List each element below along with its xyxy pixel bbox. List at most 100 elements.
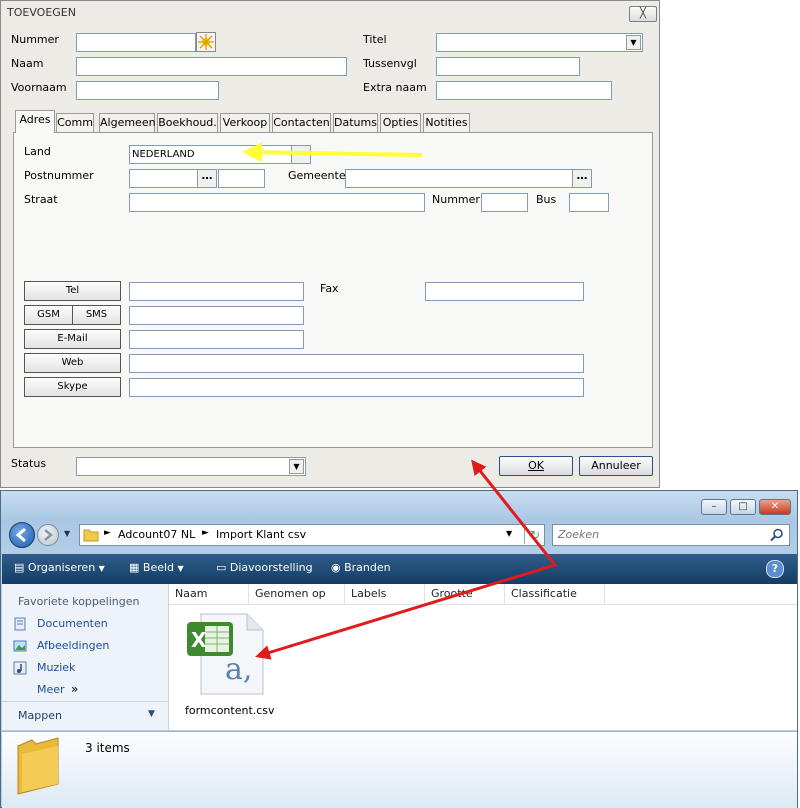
voornaam-label: Voornaam: [11, 81, 67, 94]
tab-adres[interactable]: Adres: [15, 110, 55, 133]
straat-field[interactable]: [129, 193, 425, 212]
arrow-right-icon: [44, 529, 53, 541]
more-label: Meer: [37, 683, 65, 696]
refresh-icon[interactable]: ↻: [524, 526, 545, 544]
column-header-row: Naam Genomen op Labels Grootte Classific…: [169, 584, 797, 605]
minimize-button[interactable]: –: [701, 499, 727, 515]
tab-algemeen[interactable]: Algemeen: [99, 113, 156, 132]
search-box[interactable]: Zoeken: [552, 524, 790, 546]
email-field[interactable]: [129, 330, 304, 349]
tab-verkoop[interactable]: Verkoop: [220, 113, 270, 132]
email-button[interactable]: E-Mail: [24, 329, 121, 349]
naam-field[interactable]: [76, 57, 347, 76]
pictures-label: Afbeeldingen: [37, 639, 110, 652]
web-button[interactable]: Web: [24, 353, 121, 373]
voornaam-field[interactable]: [76, 81, 219, 100]
search-icon[interactable]: [770, 528, 784, 542]
column-labels[interactable]: Labels: [345, 584, 425, 604]
forward-button[interactable]: [37, 524, 59, 546]
address-dropdown-icon[interactable]: ▼: [506, 529, 512, 538]
file-item[interactable]: X a, formcontent.csv: [179, 608, 279, 726]
tab-comm[interactable]: Comm: [56, 113, 94, 132]
sparkle-icon: [198, 34, 214, 50]
extra-naam-field[interactable]: [436, 81, 612, 100]
postnummer-field[interactable]: …: [129, 169, 217, 188]
column-classificatie[interactable]: Classificatie: [505, 584, 605, 604]
documents-label: Documenten: [37, 617, 108, 630]
chevron-down-icon: ▼: [626, 35, 641, 50]
back-button[interactable]: [9, 522, 35, 548]
tel-button[interactable]: Tel: [24, 281, 121, 301]
tab-contacten[interactable]: Contacten: [272, 113, 331, 132]
ok-button[interactable]: OK: [499, 456, 573, 476]
organize-button[interactable]: ▤ Organiseren ▼: [14, 561, 105, 574]
command-bar: ▤ Organiseren ▼ ▦ Beeld ▼ ▭ Diavoorstell…: [2, 554, 797, 584]
view-button[interactable]: ▦ Beeld ▼: [129, 561, 184, 574]
recent-pages-chevron-icon[interactable]: ▼: [64, 529, 70, 538]
gsm-button[interactable]: GSM: [24, 305, 73, 325]
slideshow-button[interactable]: ▭ Diavoorstelling: [216, 561, 313, 574]
column-naam[interactable]: Naam: [169, 584, 249, 604]
organize-icon: ▤: [14, 561, 25, 574]
annuleer-button[interactable]: Annuleer: [579, 456, 653, 476]
file-list: Naam Genomen op Labels Grootte Classific…: [169, 584, 797, 730]
land-value: NEDERLAND: [132, 149, 195, 160]
titel-select[interactable]: ▼: [436, 33, 643, 52]
tab-notities[interactable]: Notities: [423, 113, 470, 132]
status-select[interactable]: ▼: [76, 457, 306, 476]
web-field[interactable]: [129, 354, 584, 373]
land-lookup-button[interactable]: ..: [291, 146, 310, 163]
close-button[interactable]: ✕: [759, 499, 791, 515]
adres-tab-panel: Land NEDERLAND.. Postnummer … Gemeente ……: [13, 132, 653, 448]
help-icon[interactable]: ?: [766, 560, 784, 578]
tussenvgl-field[interactable]: [436, 57, 580, 76]
dialog-title: TOEVOEGEN: [7, 6, 76, 19]
gemeente-field[interactable]: …: [345, 169, 592, 188]
tab-boekhoud[interactable]: Boekhoud.: [157, 113, 218, 132]
chevron-down-icon[interactable]: ▼: [148, 709, 155, 719]
nummer-label: Nummer: [11, 33, 59, 46]
nummer-field[interactable]: [76, 33, 196, 52]
pictures-icon: [13, 640, 27, 652]
folders-label[interactable]: Mappen: [18, 709, 62, 722]
land-field[interactable]: NEDERLAND..: [129, 145, 311, 164]
skype-field[interactable]: [129, 378, 584, 397]
gemeente-lookup-button[interactable]: …: [572, 170, 591, 187]
naam-label: Naam: [11, 57, 44, 70]
burn-button[interactable]: ◉ Branden: [331, 561, 391, 574]
generate-number-button[interactable]: [196, 32, 216, 52]
bus-field[interactable]: [569, 193, 609, 212]
file-icon-letter: a,: [225, 652, 253, 687]
svg-text:X: X: [191, 628, 207, 652]
breadcrumb-item[interactable]: Adcount07 NL: [118, 528, 195, 541]
column-grootte[interactable]: Grootte: [425, 584, 505, 604]
chevron-down-icon: ▼: [98, 564, 105, 573]
postnummer-lookup-button[interactable]: …: [197, 170, 216, 187]
huisnummer-field[interactable]: [481, 193, 528, 212]
details-pane: 3 items: [2, 731, 797, 808]
dialog-close-button[interactable]: ╳: [629, 6, 657, 22]
tab-datums[interactable]: Datums: [333, 113, 378, 132]
view-icon: ▦: [129, 561, 140, 574]
fax-field[interactable]: [425, 282, 584, 301]
chevron-down-icon: ▼: [289, 459, 304, 474]
divider: [2, 701, 168, 702]
postnummer-extra-field[interactable]: [218, 169, 265, 188]
sms-button[interactable]: SMS: [72, 305, 121, 325]
tel-field[interactable]: [129, 282, 304, 301]
bus-label: Bus: [536, 193, 557, 206]
address-bar[interactable]: ► Adcount07 NL ► Import Klant csv ▼ ↻: [79, 524, 545, 546]
column-genomen-op[interactable]: Genomen op: [249, 584, 345, 604]
breadcrumb-item[interactable]: Import Klant csv: [216, 528, 306, 541]
land-label: Land: [24, 145, 51, 158]
explorer-window: – □ ✕ ▼ ► Adcount07 NL ► Import Klant cs…: [0, 490, 798, 808]
maximize-button[interactable]: □: [730, 499, 756, 515]
music-label: Muziek: [37, 661, 76, 674]
gsm-field[interactable]: [129, 306, 304, 325]
huisnummer-label: Nummer: [432, 193, 480, 206]
skype-button[interactable]: Skype: [24, 377, 121, 397]
navigation-pane: Favoriete koppelingen Documenten Afbeeld…: [2, 584, 169, 730]
tab-opties[interactable]: Opties: [380, 113, 421, 132]
straat-label: Straat: [24, 193, 58, 206]
double-chevron-icon: »: [71, 682, 79, 696]
